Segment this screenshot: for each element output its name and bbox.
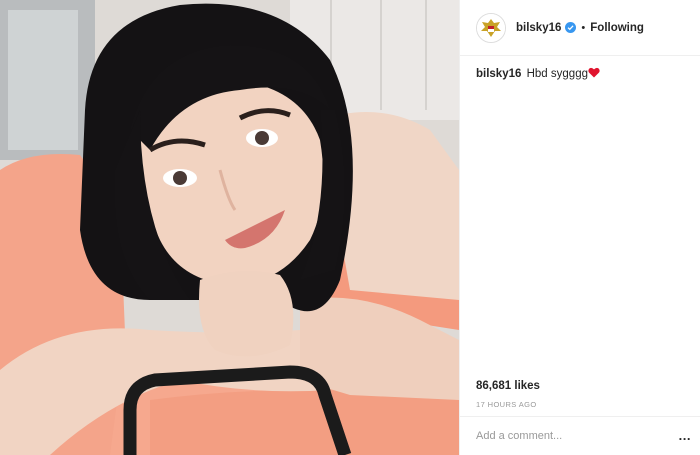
post-header: bilsky16 • Following: [460, 0, 700, 56]
more-options-icon[interactable]: ...: [679, 429, 691, 442]
post-timestamp[interactable]: 17 HOURS AGO: [476, 400, 537, 409]
selfie-photo-illustration: [0, 0, 459, 455]
post-caption: bilsky16 Hbd sygggg: [476, 67, 600, 81]
comment-bar: ...: [460, 416, 700, 455]
caption-username[interactable]: bilsky16: [476, 68, 521, 80]
caption-text: Hbd sygggg: [526, 68, 588, 80]
heart-icon: [588, 67, 600, 78]
comment-input[interactable]: [476, 430, 679, 442]
garuda-emblem-icon: [477, 13, 505, 42]
following-button[interactable]: Following: [590, 22, 644, 34]
post-username[interactable]: bilsky16: [516, 22, 561, 34]
post-photo[interactable]: [0, 0, 459, 455]
post-sidebar: bilsky16 • Following bilsky16 Hbd sygggg…: [459, 0, 700, 455]
likes-count[interactable]: 86,681 likes: [476, 380, 540, 392]
separator-dot: •: [581, 21, 586, 34]
user-avatar[interactable]: [476, 12, 506, 43]
verified-badge-icon: [565, 22, 577, 33]
